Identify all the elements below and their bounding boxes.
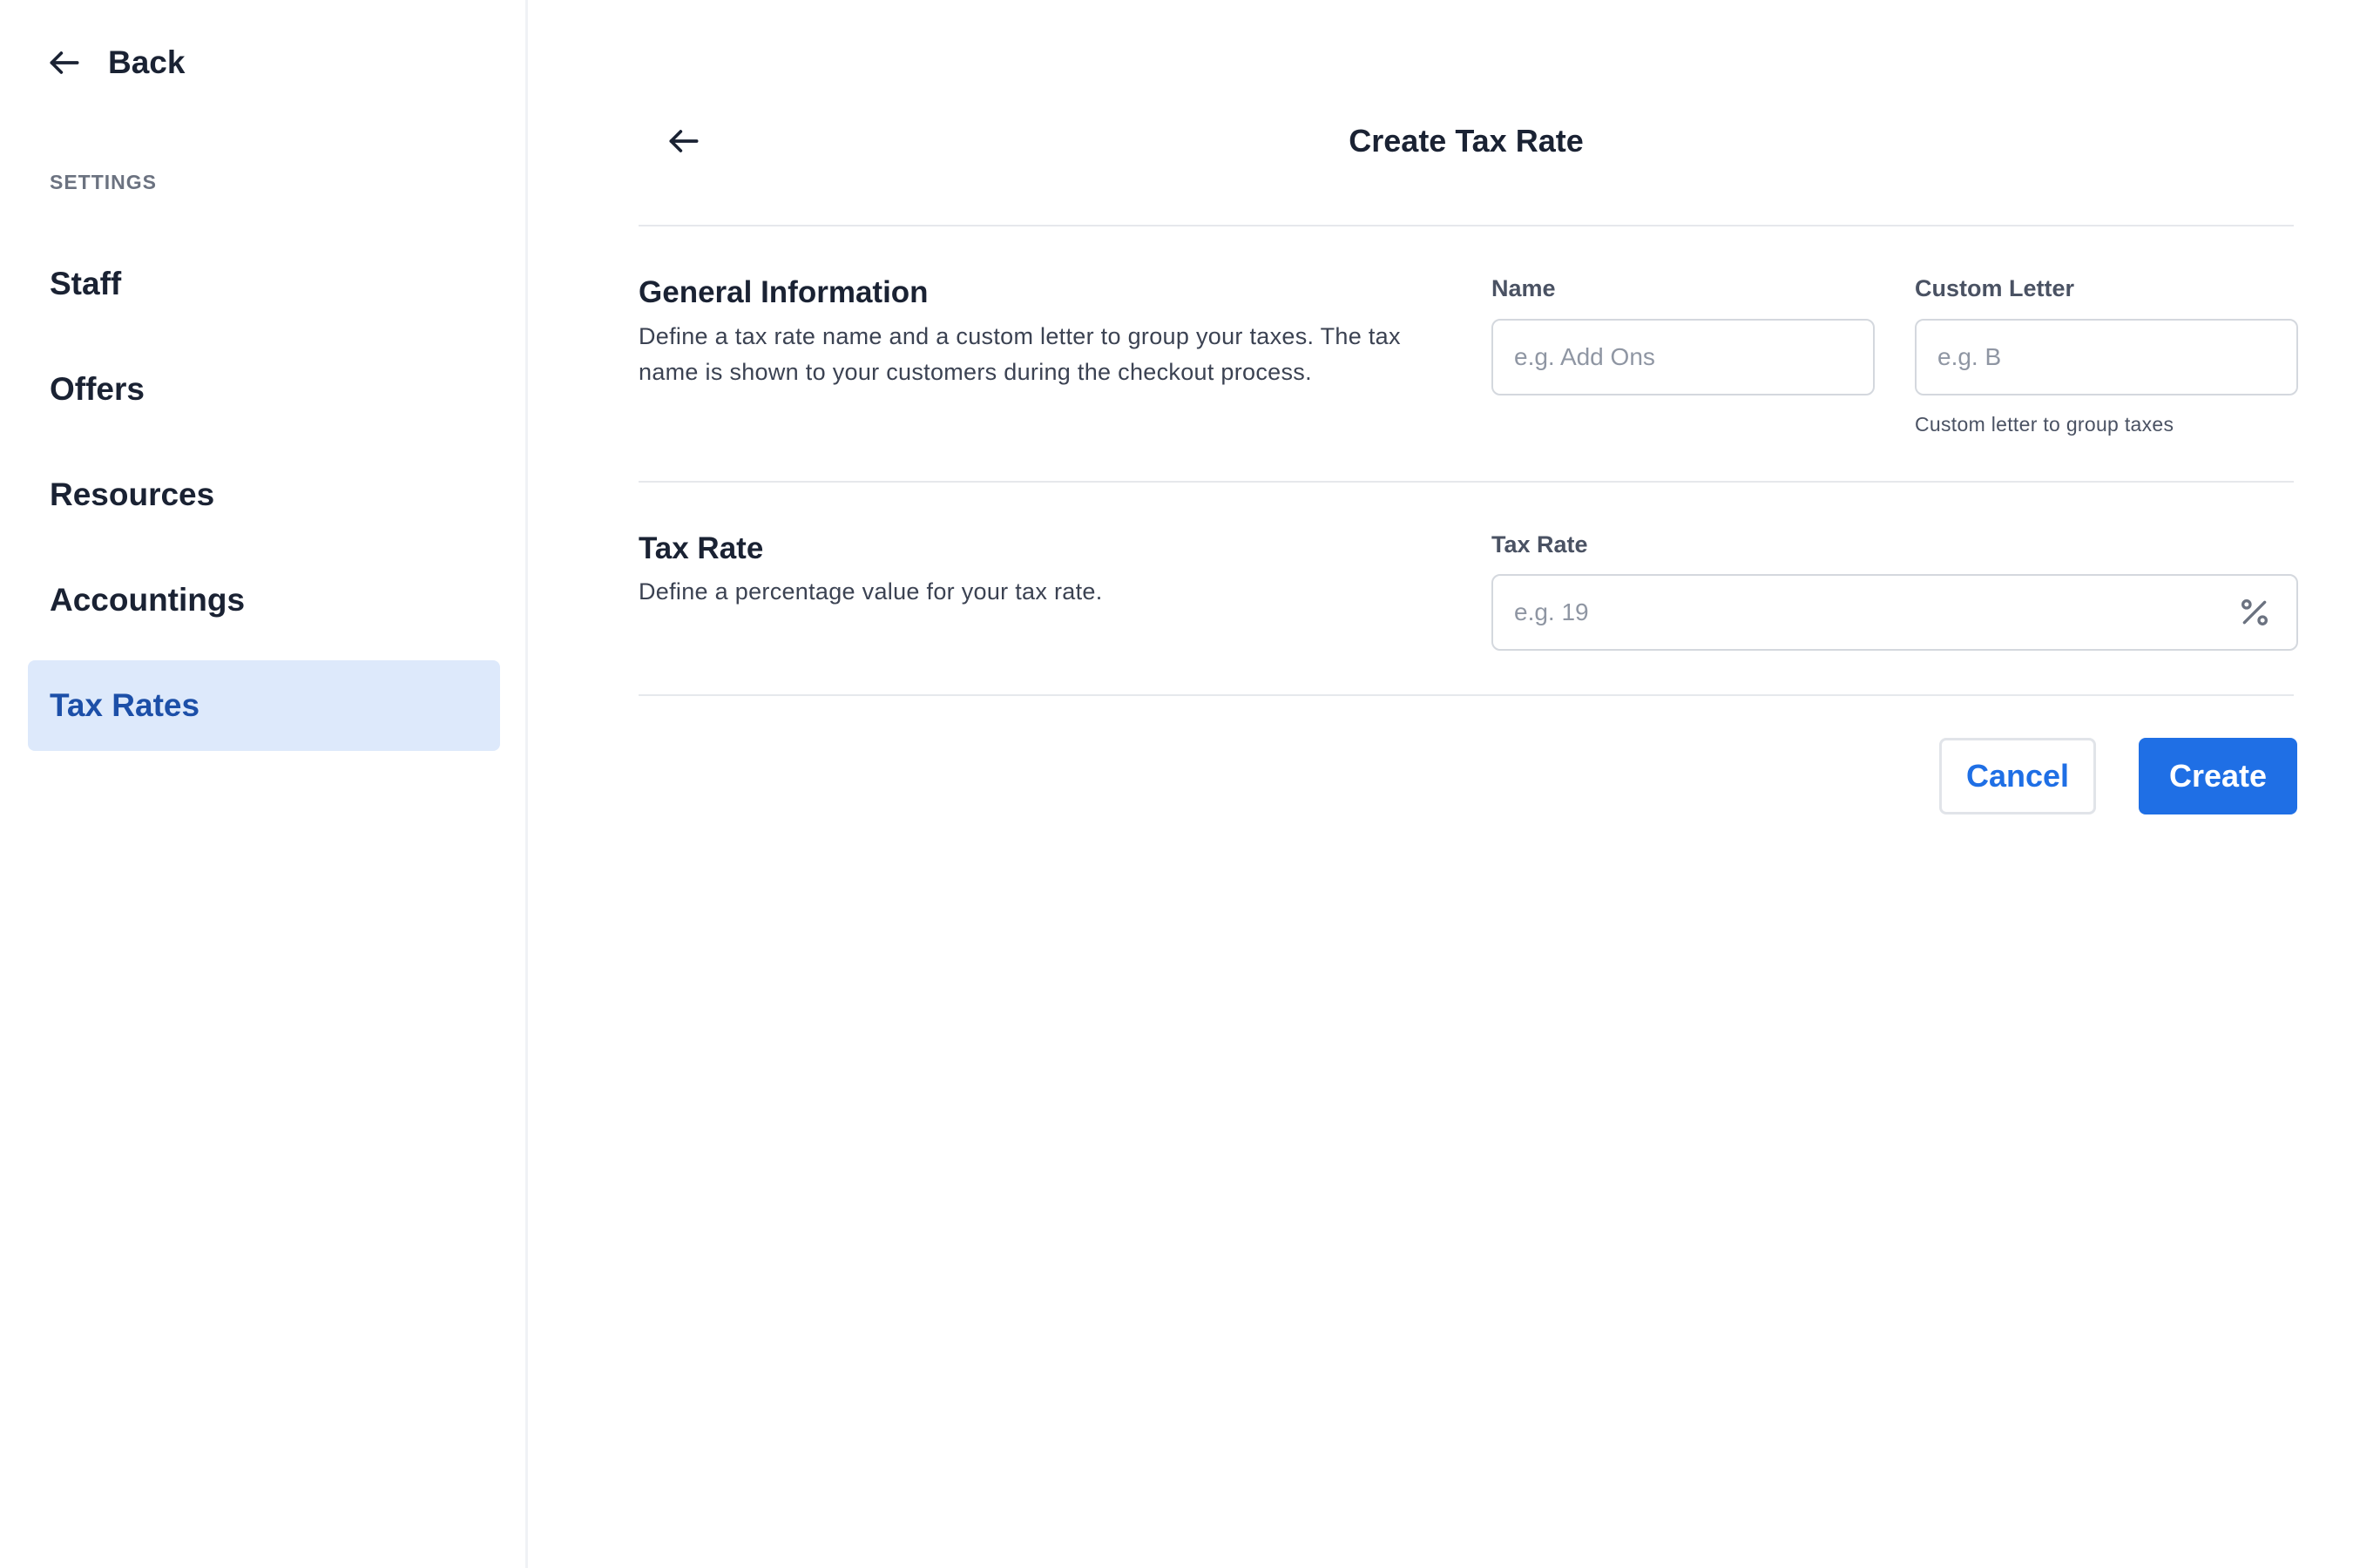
back-link[interactable]: Back xyxy=(45,44,185,82)
app: Back SETTINGS Staff Offers Resources Acc… xyxy=(0,0,2380,1568)
custom-letter-input[interactable] xyxy=(1915,319,2298,395)
percent-icon xyxy=(2241,599,2268,625)
cancel-button[interactable]: Cancel xyxy=(1939,738,2096,814)
settings-nav: Staff Offers Resources Accountings Tax R… xyxy=(28,239,500,766)
settings-section-label: SETTINGS xyxy=(50,171,158,193)
sidebar-item-staff[interactable]: Staff xyxy=(28,239,500,329)
header-divider xyxy=(639,225,2294,226)
sidebar-item-resources[interactable]: Resources xyxy=(28,449,500,540)
sidebar-item-offers[interactable]: Offers xyxy=(28,344,500,435)
custom-letter-hint: Custom letter to group taxes xyxy=(1915,413,2174,436)
arrow-left-icon xyxy=(50,51,79,74)
sidebar-item-tax-rates[interactable]: Tax Rates xyxy=(28,660,500,751)
page-header: Create Tax Rate xyxy=(639,96,2294,186)
general-section-description: Define a tax rate name and a custom lett… xyxy=(639,323,1401,385)
section-divider xyxy=(639,481,2294,483)
tax-rate-input[interactable] xyxy=(1491,574,2298,651)
main-content: Create Tax Rate General Information Defi… xyxy=(528,0,2380,1568)
name-label: Name xyxy=(1491,275,1556,301)
sidebar-item-accountings[interactable]: Accountings xyxy=(28,555,500,645)
tax-rate-section-title: Tax Rate xyxy=(639,531,764,565)
back-link-label: Back xyxy=(108,44,186,80)
form-bottom-divider xyxy=(639,694,2294,696)
name-input[interactable] xyxy=(1491,319,1875,395)
sidebar: Back SETTINGS Staff Offers Resources Acc… xyxy=(0,0,528,1568)
general-section-title: General Information xyxy=(639,275,929,309)
custom-letter-label: Custom Letter xyxy=(1915,275,2075,301)
tax-rate-label: Tax Rate xyxy=(1491,531,1588,558)
page-title: Create Tax Rate xyxy=(1349,123,1584,159)
arrow-left-icon[interactable] xyxy=(665,122,703,160)
tax-rate-section-description: Define a percentage value for your tax r… xyxy=(639,578,1103,605)
create-button[interactable]: Create xyxy=(2139,738,2297,814)
